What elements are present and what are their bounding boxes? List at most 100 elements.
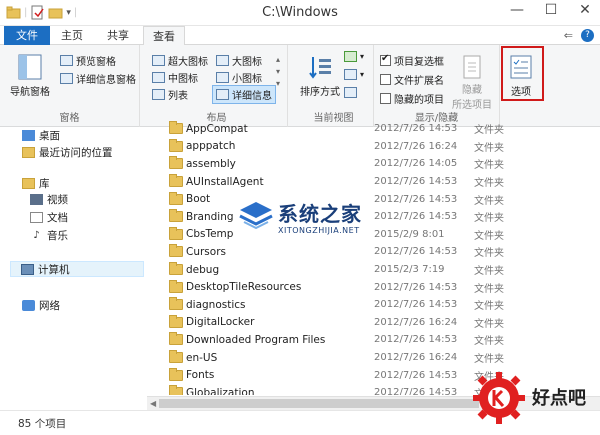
tab-share[interactable]: 共享	[98, 26, 138, 45]
details-pane-button[interactable]: 详细信息窗格	[60, 71, 136, 86]
layout-scroll[interactable]: ▴ ▾ ▾	[276, 55, 280, 88]
file-date: 2012/7/26 14:53	[374, 334, 458, 346]
recent-places-icon	[22, 146, 35, 158]
panes-group: 导航窗格 预览窗格 详细信息窗格 窗格	[0, 45, 140, 127]
ribbon-tabs: 文件 主页 共享 查看 ⇐ ?	[0, 26, 600, 46]
small-icons-icon	[216, 72, 229, 83]
tab-home[interactable]: 主页	[52, 26, 92, 45]
folder-icon	[169, 209, 183, 223]
folder-icon	[169, 244, 183, 258]
network-icon	[22, 299, 35, 311]
folder-icon	[169, 191, 183, 205]
preview-pane-button[interactable]: 预览窗格	[60, 53, 116, 68]
file-type: 文件夹	[474, 283, 504, 295]
file-date: 2012/7/26 14:53	[374, 176, 458, 188]
file-date: 2012/7/26 16:24	[374, 140, 458, 152]
file-name: diagnostics	[186, 298, 246, 311]
file-row[interactable]: apppatch 2012/7/26 16:24 文件夹	[160, 138, 600, 156]
add-columns-icon	[344, 69, 357, 80]
file-type: 文件夹	[474, 354, 504, 366]
show-hide-group: 项目复选框 文件扩展名 隐藏的项目 隐藏 所选项目 显示/隐藏	[374, 45, 500, 127]
item-checkboxes-toggle[interactable]: 项目复选框	[380, 53, 444, 68]
file-type: 文件夹	[474, 336, 504, 348]
preview-pane-icon	[60, 55, 73, 66]
extra-large-icons-icon	[152, 55, 165, 66]
hide-selected-items-button[interactable]: 隐藏 所选项目	[452, 53, 492, 111]
close-button[interactable]: ✕	[574, 2, 596, 18]
nav-item-network[interactable]: 网络	[22, 297, 60, 313]
file-name: DesktopTileResources	[186, 281, 302, 294]
file-row[interactable]: en-US 2012/7/26 16:24 文件夹	[160, 349, 600, 367]
computer-icon	[21, 263, 34, 275]
maximize-button[interactable]: ☐	[540, 2, 562, 18]
file-type: 文件夹	[474, 125, 504, 137]
file-name: Cursors	[186, 245, 226, 258]
file-date: 2012/7/26 14:05	[374, 158, 458, 170]
navigation-pane: 桌面 最近访问的位置 库 视频 文档 ♪ 音乐 计算机 网络	[0, 127, 147, 407]
hidden-items-checkbox[interactable]	[380, 93, 391, 104]
file-row[interactable]: assembly 2012/7/26 14:05 文件夹	[160, 155, 600, 173]
file-name: en-US	[186, 351, 218, 364]
nav-item-libraries[interactable]: 库	[22, 175, 50, 191]
file-row[interactable]: DesktopTileResources 2012/7/26 14:53 文件夹	[160, 278, 600, 296]
file-row[interactable]: diagnostics 2012/7/26 14:53 文件夹	[160, 296, 600, 314]
expand-icon: ▾	[276, 79, 281, 88]
layout-large-icons[interactable]: 大图标	[216, 53, 262, 68]
folder-icon	[169, 174, 183, 188]
nav-item-music[interactable]: ♪ 音乐	[30, 227, 68, 243]
documents-icon	[30, 211, 43, 223]
add-columns-button[interactable]: ▾	[344, 69, 364, 80]
item-checkboxes-checkbox[interactable]	[380, 53, 391, 66]
file-type: 文件夹	[474, 160, 504, 172]
folder-icon	[169, 332, 183, 346]
nav-item-desktop[interactable]: 桌面	[22, 127, 60, 143]
panes-group-label: 窗格	[59, 113, 80, 124]
layout-small-icons[interactable]: 小图标	[216, 70, 262, 85]
file-type: 文件夹	[474, 318, 504, 330]
medium-icons-icon	[152, 72, 165, 83]
file-extensions-checkbox[interactable]	[380, 74, 391, 85]
file-type: 文件夹	[474, 230, 504, 242]
layout-medium-icons[interactable]: 中图标	[152, 70, 198, 85]
file-row[interactable]: DigitalLocker 2012/7/26 16:24 文件夹	[160, 314, 600, 332]
hidden-items-toggle[interactable]: 隐藏的项目	[380, 91, 444, 106]
window-controls: — ☐ ✕	[506, 2, 596, 18]
file-date: 2015/2/3 7:19	[374, 264, 445, 276]
group-by-button[interactable]: ▾	[344, 51, 364, 62]
libraries-icon	[22, 177, 35, 189]
file-row[interactable]: AUInstallAgent 2012/7/26 14:53 文件夹	[160, 173, 600, 191]
nav-item-computer[interactable]: 计算机	[10, 261, 144, 277]
file-row[interactable]: Cursors 2012/7/26 14:53 文件夹	[160, 243, 600, 261]
help-icon[interactable]: ?	[581, 29, 594, 42]
nav-item-recent-places[interactable]: 最近访问的位置	[22, 144, 113, 160]
layout-group: 超大图标 大图标 中图标 小图标 列表 详细信息 ▴ ▾ ▾ 布局	[146, 45, 288, 127]
folder-icon	[169, 138, 183, 152]
file-row[interactable]: AppCompat 2012/7/26 14:53 文件夹	[160, 120, 600, 138]
folder-icon	[169, 367, 183, 381]
file-type: 文件夹	[474, 142, 504, 154]
file-date: 2012/7/26 16:24	[374, 316, 458, 328]
layout-details[interactable]: 详细信息	[212, 85, 276, 104]
navigation-pane-button[interactable]: 导航窗格	[10, 53, 50, 98]
scroll-left-icon[interactable]: ◀	[150, 397, 156, 411]
file-name: AppCompat	[186, 122, 248, 135]
minimize-ribbon-icon[interactable]: ⇐	[564, 29, 573, 42]
scrollbar-thumb[interactable]	[159, 399, 479, 408]
nav-item-documents[interactable]: 文档	[30, 209, 68, 225]
layout-list[interactable]: 列表	[152, 87, 188, 102]
tab-file[interactable]: 文件	[4, 26, 50, 45]
navigation-pane-icon	[18, 54, 42, 80]
sort-by-button[interactable]: 排序方式	[300, 53, 340, 98]
file-name: AUInstallAgent	[186, 175, 264, 188]
layout-extra-large-icons[interactable]: 超大图标	[152, 53, 208, 68]
file-row[interactable]: Downloaded Program Files 2012/7/26 14:53 文…	[160, 331, 600, 349]
minimize-button[interactable]: —	[506, 2, 528, 18]
nav-item-videos[interactable]: 视频	[30, 191, 68, 207]
size-columns-icon	[344, 87, 357, 98]
tab-view[interactable]: 查看	[143, 26, 185, 46]
watermark-xitongzhijia: 系统之家 XITONGZHIJIA.NET	[238, 196, 398, 244]
file-row[interactable]: debug 2015/2/3 7:19 文件夹	[160, 261, 600, 279]
size-columns-button[interactable]	[344, 87, 357, 98]
file-extensions-toggle[interactable]: 文件扩展名	[380, 72, 444, 87]
sort-icon	[309, 57, 331, 79]
